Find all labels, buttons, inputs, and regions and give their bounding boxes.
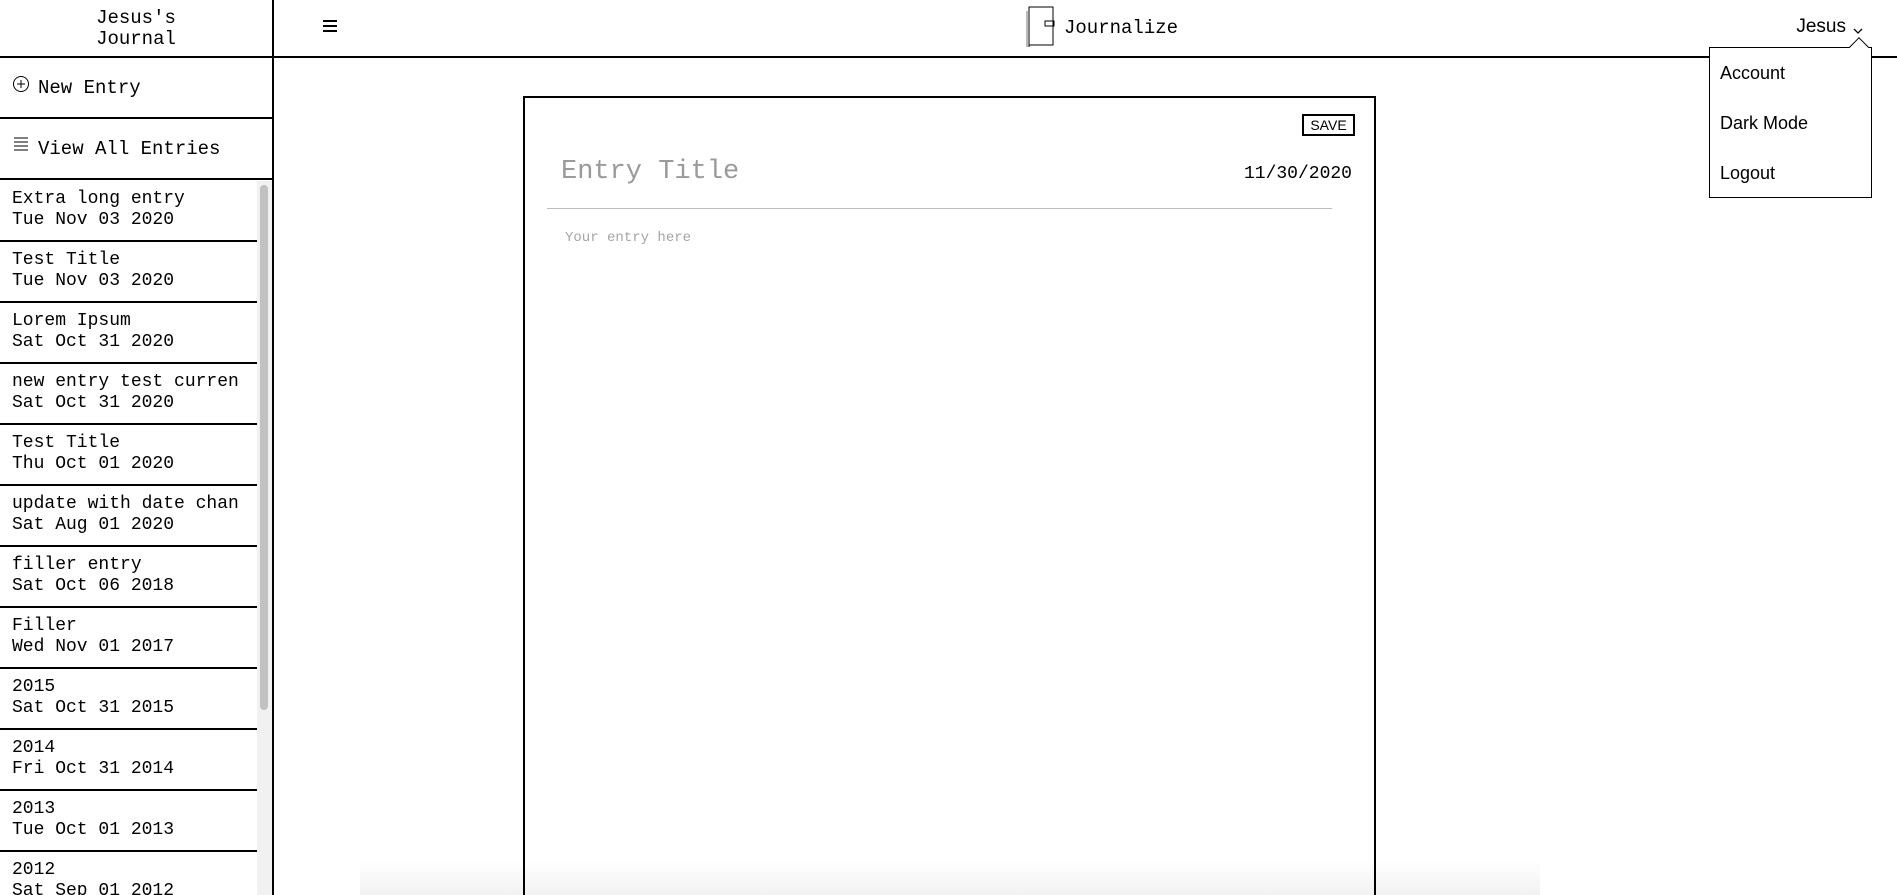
entry-item-date: Sat Oct 31 2020 (12, 393, 175, 413)
entry-list-item[interactable]: 2012 Sat Sep 01 2012 (0, 852, 257, 895)
entry-item-title: Test Title (12, 250, 121, 270)
entry-item-date: Tue Nov 03 2020 (12, 271, 175, 291)
entry-list: Extra long entry Tue Nov 03 2020 Test Tit… (0, 181, 257, 895)
journal-title-line1: Jesus's (96, 7, 176, 29)
user-name: Jesus (1796, 16, 1846, 37)
entry-item-title: update with date chan (12, 494, 239, 514)
entry-item-title: Test Title (12, 433, 121, 453)
entry-item-date: Thu Oct 01 2020 (12, 454, 175, 474)
entry-list-item[interactable]: 2014 Fri Oct 31 2014 (0, 730, 257, 791)
journal-book-icon (1024, 5, 1056, 51)
entry-item-title: filler entry (12, 555, 142, 575)
entry-item-date: Sat Sep 01 2012 (12, 881, 175, 895)
entry-item-title: Filler (12, 616, 77, 636)
new-entry-label: New Entry (38, 76, 141, 99)
entry-item-date: Tue Oct 01 2013 (12, 820, 175, 840)
entry-item-date: Wed Nov 01 2017 (12, 637, 175, 657)
plus-circle-icon (10, 73, 32, 95)
entry-item-title: 2014 (12, 738, 56, 758)
new-entry-button[interactable]: New Entry (0, 58, 272, 119)
entry-item-title: 2012 (12, 860, 56, 880)
entry-list-item[interactable]: Lorem Ipsum Sat Oct 31 2020 (0, 303, 257, 364)
entry-body-input[interactable] (565, 230, 1325, 870)
brand[interactable]: Journalize (1024, 0, 1178, 56)
entry-item-date: Tue Nov 03 2020 (12, 210, 175, 230)
entry-list-item[interactable]: Filler Wed Nov 01 2017 (0, 608, 257, 669)
entry-item-title: new entry test curren (12, 372, 239, 392)
entry-editor: SAVE 11/30/2020 (523, 96, 1376, 895)
entry-list-scrollbar-thumb[interactable] (260, 185, 268, 710)
entry-title-input[interactable] (561, 157, 1161, 187)
entry-item-title: 2015 (12, 677, 56, 697)
app-name: Journalize (1064, 17, 1179, 39)
journal-title-line2: Journal (96, 28, 176, 50)
entry-list-item[interactable]: new entry test curren Sat Oct 31 2020 (0, 364, 257, 425)
title-divider (547, 208, 1332, 209)
entry-item-date: Sat Oct 31 2015 (12, 698, 175, 718)
entry-list-item[interactable]: Extra long entry Tue Nov 03 2020 (0, 181, 257, 242)
entry-list-item[interactable]: filler entry Sat Oct 06 2018 (0, 547, 257, 608)
entry-list-item[interactable]: Test Title Tue Nov 03 2020 (0, 242, 257, 303)
entry-item-title: Lorem Ipsum (12, 311, 131, 331)
user-menu-toggle[interactable]: Jesus (1796, 16, 1864, 38)
entry-list-item[interactable]: 2015 Sat Oct 31 2015 (0, 669, 257, 730)
top-header: Journalize Jesus (274, 0, 1897, 58)
entry-item-date: Sat Oct 06 2018 (12, 576, 175, 596)
journal-title: Jesus's Journal (0, 0, 272, 58)
entry-list-item[interactable]: 2013 Tue Oct 01 2013 (0, 791, 257, 852)
menu-item-account[interactable]: Account (1720, 63, 1785, 84)
save-button[interactable]: SAVE (1302, 114, 1355, 136)
entry-item-date: Sat Oct 31 2020 (12, 332, 175, 352)
entry-item-title: Extra long entry (12, 189, 185, 209)
entry-item-date: Fri Oct 31 2014 (12, 759, 175, 779)
view-all-entries-label: View All Entries (38, 137, 221, 160)
user-dropdown-menu: Account Dark Mode Logout (1709, 37, 1872, 198)
hamburger-icon[interactable] (318, 14, 342, 38)
entry-item-date: Sat Aug 01 2020 (12, 515, 175, 535)
menu-item-logout[interactable]: Logout (1720, 163, 1775, 184)
entry-list-item[interactable]: Test Title Thu Oct 01 2020 (0, 425, 257, 486)
view-all-entries-button[interactable]: View All Entries (0, 119, 272, 180)
entry-list-item[interactable]: update with date chan Sat Aug 01 2020 (0, 486, 257, 547)
menu-item-dark-mode[interactable]: Dark Mode (1720, 113, 1808, 134)
sidebar: Jesus's Journal New Entry View All Entri… (0, 0, 274, 895)
list-icon (10, 134, 32, 156)
entry-item-title: 2013 (12, 799, 56, 819)
entry-date: 11/30/2020 (1243, 164, 1352, 184)
chevron-down-icon (1852, 21, 1864, 34)
